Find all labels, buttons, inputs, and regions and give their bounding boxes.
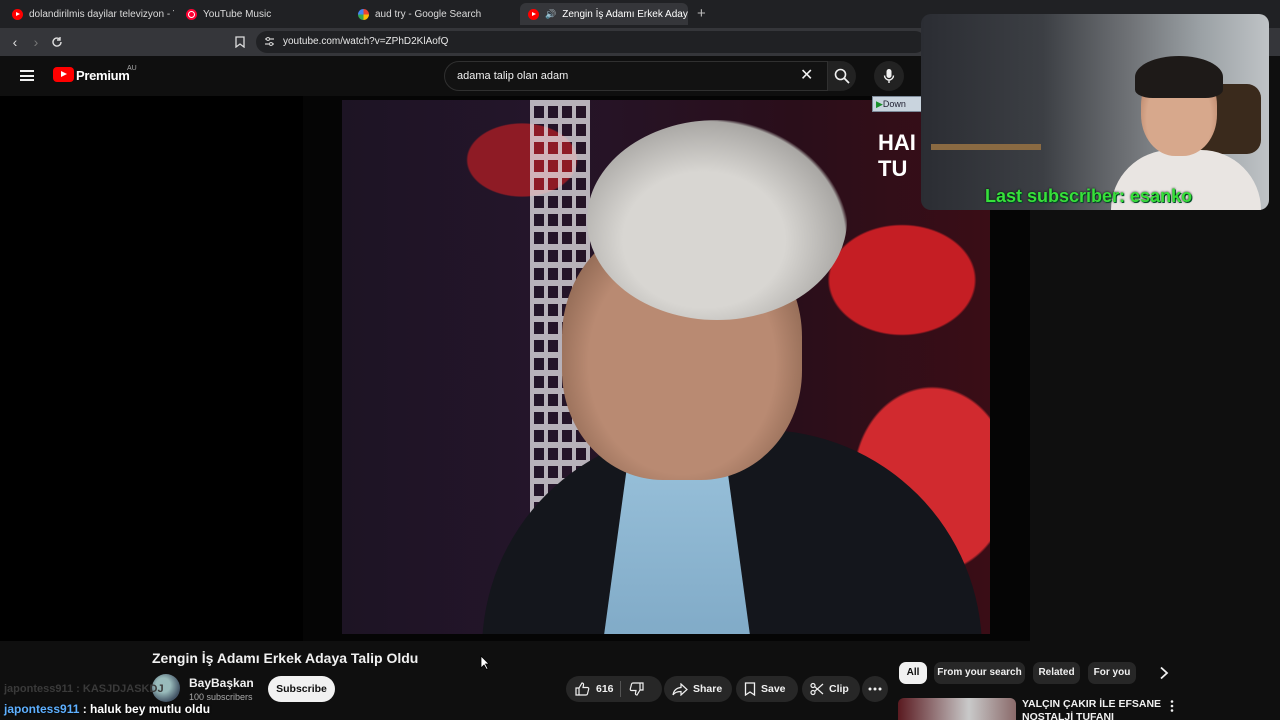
chip-all[interactable]: All (899, 662, 927, 684)
hamburger-menu-icon[interactable] (20, 70, 34, 81)
site-settings-icon[interactable] (264, 36, 275, 47)
search-input[interactable]: adama talip olan adam ✕ (444, 61, 828, 91)
youtube-logo-icon[interactable] (53, 67, 74, 82)
clip-button[interactable]: Clip (802, 676, 860, 702)
back-button[interactable]: ‹ (5, 32, 25, 52)
chip-for-you[interactable]: For you (1088, 662, 1136, 684)
chat-previous-line: japontess911 : KASJDJASKDJ (4, 683, 164, 695)
video-title: Zengin İş Adamı Erkek Adaya Talip Oldu (152, 650, 419, 666)
recommendation-title[interactable]: YALÇIN ÇAKIR İLE EFSANE NOSTALJİ TUFANI (1022, 698, 1162, 720)
chip-related[interactable]: Related (1033, 662, 1080, 684)
address-bar[interactable]: youtube.com/watch?v=ZPhD2KlAofQ (256, 31, 926, 53)
youtube-music-icon (186, 8, 197, 20)
man-hair (587, 120, 847, 320)
scissors-icon (810, 682, 824, 696)
search-icon (834, 68, 850, 84)
shelf (931, 144, 1041, 150)
country-code: AU (127, 65, 137, 72)
url-text: youtube.com/watch?v=ZPhD2KlAofQ (283, 36, 449, 47)
save-icon (744, 682, 756, 696)
dislike-button[interactable] (627, 682, 644, 696)
chat-username: japontess911 (4, 702, 80, 716)
browser-tab-3[interactable]: aud try - Google Search (350, 3, 518, 25)
reload-button[interactable] (47, 32, 67, 52)
new-tab-button[interactable]: + (697, 5, 706, 22)
more-horizontal-icon (868, 687, 882, 691)
more-actions-button[interactable] (862, 676, 888, 702)
bookmark-button[interactable] (230, 32, 250, 52)
clear-search-icon[interactable]: ✕ (800, 68, 813, 84)
thumbs-down-icon (629, 682, 644, 696)
more-vertical-icon[interactable] (1170, 700, 1174, 712)
chat-message: japontess911 : haluk bey mutlu oldu (4, 702, 210, 716)
download-overlay-button[interactable]: ▶Down (872, 96, 922, 112)
like-dislike-group: 616 (566, 676, 662, 702)
forward-button[interactable]: › (26, 32, 46, 52)
divider (619, 681, 621, 697)
chat-text: : haluk bey mutlu oldu (79, 702, 211, 716)
like-count: 616 (596, 683, 614, 695)
search-query: adama talip olan adam (457, 70, 569, 82)
play-triangle-icon: ▶ (876, 99, 883, 109)
tv-channel-logo: HAI TU (878, 130, 916, 181)
search-button[interactable] (828, 61, 856, 91)
share-button[interactable]: Share (664, 676, 732, 702)
speaker-icon: 🔊 (545, 8, 557, 19)
tab-title: Zengin İş Adamı Erkek Adaya (562, 8, 688, 20)
bookmark-icon (235, 36, 245, 49)
subscriber-count: 100 subscribers (189, 692, 253, 702)
voice-search-button[interactable] (874, 61, 904, 91)
chevron-right-icon[interactable] (1158, 666, 1170, 680)
last-subscriber-caption: Last subscriber: esanko (985, 186, 1193, 206)
save-button[interactable]: Save (736, 676, 798, 702)
google-icon (358, 8, 369, 20)
streamer-webcam: Last subscriber: esanko (921, 14, 1269, 210)
share-icon (672, 682, 688, 696)
channel-name[interactable]: BayBaşkan (189, 676, 254, 690)
youtube-icon (12, 8, 23, 20)
thumbs-up-icon (575, 682, 590, 696)
tab-title: YouTube Music (203, 8, 272, 20)
recommendation-thumbnail[interactable] (898, 698, 1016, 720)
youtube-icon (528, 8, 539, 20)
chip-from-your-search[interactable]: From your search (934, 662, 1025, 684)
youtube-premium-wordmark[interactable]: Premium (76, 68, 130, 83)
tab-title: aud try - Google Search (375, 8, 482, 20)
browser-tab-active[interactable]: 🔊 Zengin İş Adamı Erkek Adaya ✕ (520, 3, 688, 25)
video-picture[interactable]: HAI TU (342, 100, 990, 634)
browser-tab-2[interactable]: YouTube Music (178, 3, 348, 25)
like-button[interactable]: 616 (566, 682, 614, 696)
reload-icon (52, 37, 62, 47)
microphone-icon (883, 69, 895, 83)
mouse-cursor-icon (480, 655, 490, 670)
tab-title: dolandirilmis dayilar televizyon - You (29, 8, 174, 20)
subscribe-button[interactable]: Subscribe (268, 676, 335, 702)
browser-tab-1[interactable]: dolandirilmis dayilar televizyon - You (4, 3, 174, 25)
